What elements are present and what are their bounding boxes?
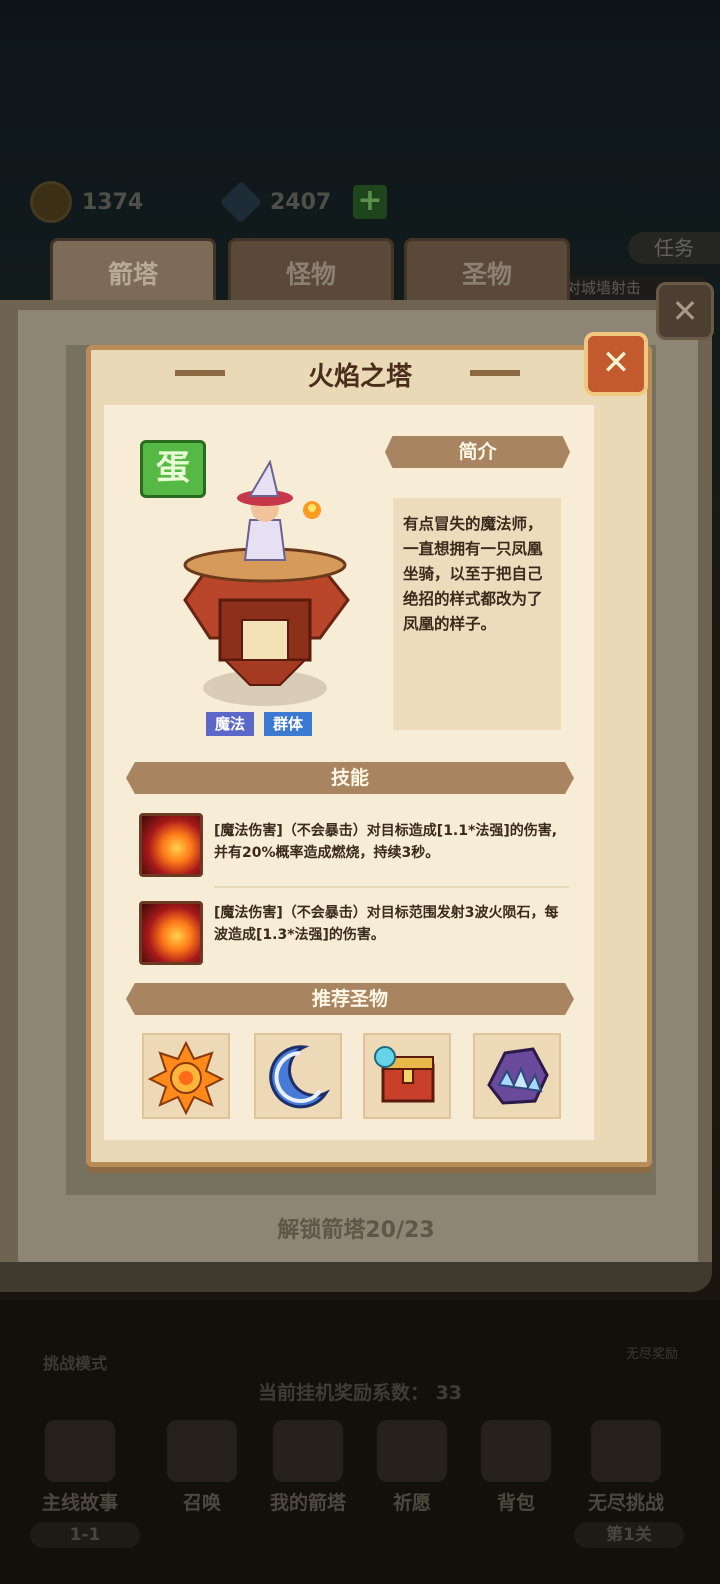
close-button[interactable]: ✕ [584, 332, 648, 396]
codex-book-spine [0, 1262, 712, 1292]
skills-header: 技能 [126, 762, 574, 794]
skill-description: [魔法伤害]（不会暴击）对目标造成[1.1*法强]的伤害,并有20%概率造成燃烧… [214, 823, 558, 861]
tag-group: 群体 [264, 712, 312, 736]
fire-tower-illustration [183, 460, 350, 706]
fireball-icon[interactable] [139, 813, 203, 877]
sun-relic-icon [147, 1040, 225, 1116]
intro-header: 简介 [385, 436, 570, 468]
recommended-relics-header: 推荐圣物 [126, 983, 574, 1015]
unlock-progress: 解锁箭塔20/23 [277, 1218, 435, 1243]
skill-divider [214, 886, 569, 888]
relic-slot[interactable] [254, 1033, 342, 1119]
crystal-claw-relic-icon [487, 1047, 549, 1105]
tower-description: 有点冒失的魔法师，一直想拥有一只凤凰坐骑，以至于把自己绝招的样式都改为了凤凰的样… [403, 515, 543, 633]
relic-slot[interactable] [473, 1033, 561, 1119]
treasure-chest-relic-icon [374, 1046, 435, 1103]
moon-relic-icon [269, 1045, 331, 1109]
tab-monsters[interactable]: 怪物 [228, 238, 394, 309]
tower-name: 火焰之塔 [307, 362, 412, 392]
codex-close-button[interactable]: ✕ [656, 282, 714, 340]
relic-slot[interactable] [363, 1033, 451, 1119]
tab-relics[interactable]: 圣物 [404, 238, 570, 309]
tag-magic: 魔法 [206, 712, 254, 736]
relic-slot[interactable] [142, 1033, 230, 1119]
tab-towers[interactable]: 箭塔 [50, 238, 216, 309]
skill-description: [魔法伤害]（不会暴击）对目标范围发射3波火陨石，每波造成[1.3*法强]的伤害… [214, 905, 559, 943]
phoenix-flame-icon[interactable] [139, 901, 203, 965]
